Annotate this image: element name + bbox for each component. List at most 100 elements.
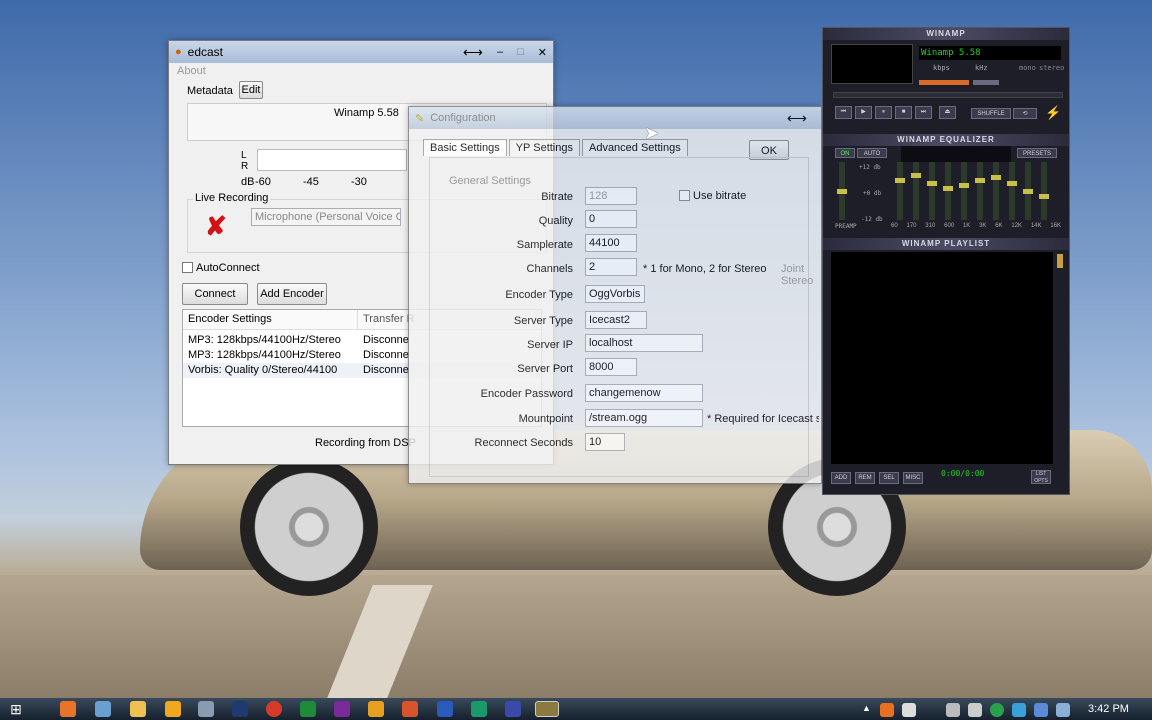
eq-presets-button[interactable]: PRESETS [1017, 148, 1057, 158]
eq-slider-knob[interactable] [959, 183, 969, 188]
tray-app-icon[interactable] [1012, 703, 1026, 717]
show-hidden-icons-icon[interactable]: ▲ [862, 703, 871, 713]
recording-device-select[interactable]: Microphone (Personal Voice C [251, 208, 401, 226]
playlist-area[interactable] [831, 252, 1053, 464]
eq-band-slider[interactable] [975, 162, 985, 220]
encoder-password-input[interactable]: changemenow [585, 384, 703, 402]
minimize-icon[interactable]: – [497, 46, 503, 58]
seek-bar[interactable] [833, 92, 1063, 98]
eq-band-slider[interactable] [1039, 162, 1049, 220]
tray-flag-icon[interactable] [902, 703, 916, 717]
record-off-icon[interactable]: ✘ [205, 213, 227, 239]
tab-advanced-settings[interactable]: Advanced Settings [581, 139, 688, 156]
playlist-list-opts-button[interactable]: LIST OPTS [1031, 470, 1051, 484]
eq-slider-knob[interactable] [1023, 189, 1033, 194]
use-bitrate-checkbox[interactable] [679, 190, 690, 201]
eject-icon[interactable]: ⏏ [939, 106, 956, 119]
reconnect-seconds-input[interactable]: 10 [585, 433, 625, 451]
previous-icon[interactable]: ⏮ [835, 106, 852, 119]
eq-slider-knob[interactable] [911, 173, 921, 178]
media-player-icon[interactable] [198, 701, 214, 717]
config-titlebar[interactable]: ✎ Configuration ⟷ [409, 107, 821, 129]
server-type-select[interactable]: Icecast2 [585, 311, 647, 329]
firefox-icon[interactable] [60, 701, 76, 717]
repeat-icon[interactable]: ⟲ [1013, 108, 1037, 119]
photoshop-icon[interactable] [232, 701, 248, 717]
eq-slider-knob[interactable] [991, 175, 1001, 180]
tray-winamp-icon[interactable] [880, 703, 894, 717]
eq-band-slider[interactable] [911, 162, 921, 220]
eq-band-slider[interactable] [991, 162, 1001, 220]
eq-slider-knob[interactable] [975, 178, 985, 183]
eq-slider-knob[interactable] [943, 186, 953, 191]
tab-basic-settings[interactable]: Basic Settings [423, 139, 507, 156]
eq-band-slider[interactable] [1023, 162, 1033, 220]
autoconnect-checkbox[interactable] [182, 262, 193, 273]
playlist-rem-button[interactable]: REM [855, 472, 875, 484]
configuration-window[interactable]: ✎ Configuration ⟷ Basic Settings YP Sett… [408, 106, 822, 484]
resize-arrows-icon[interactable]: ⟷ [787, 110, 807, 127]
pause-icon[interactable]: ⏸ [875, 106, 892, 119]
tray-app-icon[interactable] [1034, 703, 1048, 717]
next-icon[interactable]: ⏭ [915, 106, 932, 119]
server-ip-input[interactable]: localhost [585, 334, 703, 352]
folder-icon[interactable] [130, 701, 146, 717]
connect-button[interactable]: Connect [182, 283, 248, 305]
playlist-titlebar[interactable]: WINAMP PLAYLIST [823, 238, 1069, 250]
eq-on-button[interactable]: ON [835, 148, 855, 158]
add-encoder-button[interactable]: Add Encoder [257, 283, 327, 305]
chrome-icon[interactable] [266, 701, 282, 717]
onenote-icon[interactable] [334, 701, 350, 717]
winamp-visualizer[interactable] [831, 44, 913, 84]
winamp-logo-icon[interactable]: ⚡ [1045, 106, 1061, 120]
start-button-icon[interactable]: ⊞ [6, 699, 26, 719]
resize-arrows-icon[interactable]: ⟷ [463, 44, 483, 61]
tab-yp-settings[interactable]: YP Settings [508, 139, 580, 156]
samplerate-input[interactable]: 44100 [585, 234, 637, 252]
outlook-icon[interactable] [368, 701, 384, 717]
playlist-sel-button[interactable]: SEL [879, 472, 899, 484]
tray-app-icon[interactable] [1056, 703, 1070, 717]
eq-band-slider[interactable] [943, 162, 953, 220]
tray-app-icon[interactable] [990, 703, 1004, 717]
playlist-misc-button[interactable]: MISC [903, 472, 923, 484]
encoder-type-select[interactable]: OggVorbis [585, 285, 645, 303]
eq-band-slider[interactable] [895, 162, 905, 220]
maximize-icon[interactable]: □ [517, 46, 524, 58]
edcast-titlebar[interactable]: ● edcast ⟷ – □ ✕ [169, 41, 553, 63]
quality-input[interactable]: 0 [585, 210, 637, 228]
playlist-scrollbar[interactable] [1057, 254, 1063, 268]
edcast-taskbar-icon[interactable] [535, 701, 559, 717]
word-icon[interactable] [437, 701, 453, 717]
taskbar-clock[interactable]: 3:42 PM [1088, 703, 1129, 715]
eq-slider-knob[interactable] [927, 181, 937, 186]
volume-slider[interactable] [919, 80, 969, 85]
shuffle-button[interactable]: SHUFFLE [971, 108, 1011, 119]
column-header-encoder[interactable]: Encoder Settings [183, 310, 358, 329]
winamp-titlebar[interactable]: WINAMP [823, 28, 1069, 40]
stop-icon[interactable]: ■ [895, 106, 912, 119]
eq-slider-knob[interactable] [895, 178, 905, 183]
eq-preamp-slider[interactable] [837, 162, 847, 220]
server-port-input[interactable]: 8000 [585, 358, 637, 376]
publisher-icon[interactable] [471, 701, 487, 717]
equalizer-titlebar[interactable]: WINAMP EQUALIZER [823, 134, 1069, 146]
powerpoint-icon[interactable] [402, 701, 418, 717]
play-icon[interactable]: ▶ [855, 106, 872, 119]
channels-input[interactable]: 2 [585, 258, 637, 276]
network-globe-icon[interactable] [95, 701, 111, 717]
column-header-transfer[interactable]: Transfer R [358, 310, 415, 329]
eq-band-slider[interactable] [927, 162, 937, 220]
bitrate-input[interactable]: 128 [585, 187, 637, 205]
edit-button[interactable]: Edit [239, 81, 263, 99]
network-icon[interactable] [946, 703, 960, 717]
excel-icon[interactable] [300, 701, 316, 717]
app-icon[interactable] [505, 701, 521, 717]
eq-band-slider[interactable] [959, 162, 969, 220]
winamp-window[interactable]: WINAMP Winamp 5.58 kbps kHz mono stereo … [822, 27, 1070, 495]
close-icon[interactable]: ✕ [538, 46, 547, 59]
winamp-song-display[interactable]: Winamp 5.58 [919, 46, 1061, 60]
playlist-add-button[interactable]: ADD [831, 472, 851, 484]
menu-about[interactable]: About [177, 65, 206, 77]
eq-slider-knob[interactable] [1007, 181, 1017, 186]
